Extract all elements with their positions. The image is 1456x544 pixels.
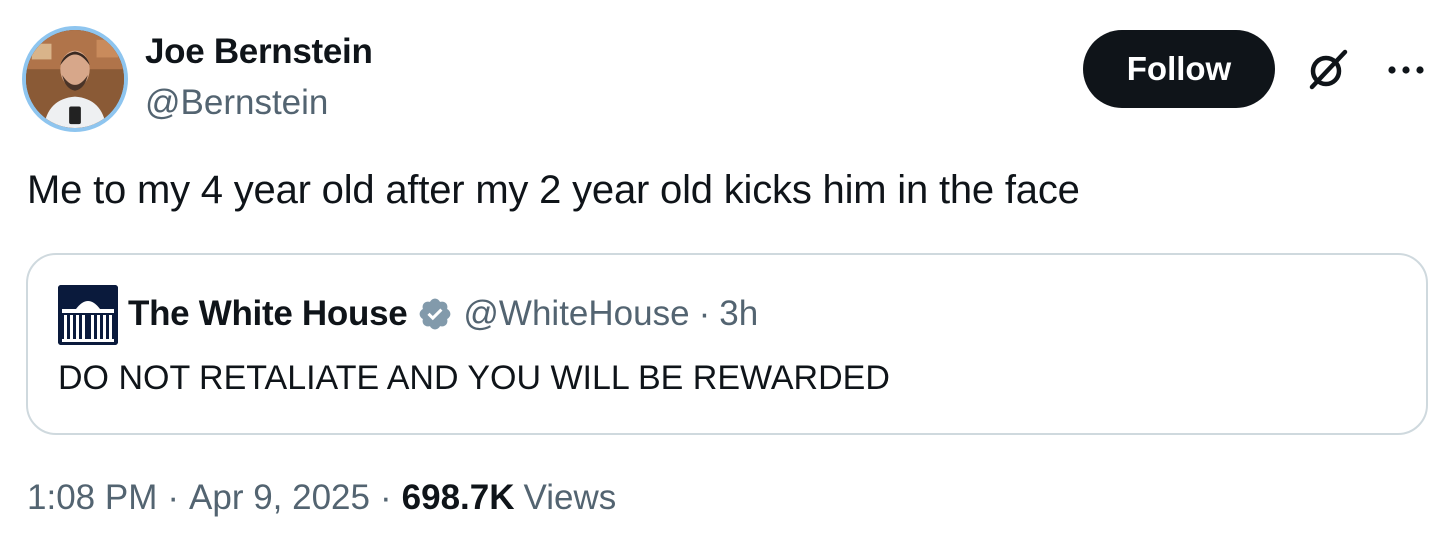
- grok-icon[interactable]: [1303, 46, 1351, 94]
- quoted-author-handle[interactable]: @WhiteHouse: [463, 294, 689, 334]
- avatar-photo: [26, 30, 124, 128]
- white-house-logo: [58, 285, 118, 345]
- views-count[interactable]: 698.7K: [402, 478, 515, 518]
- follow-button[interactable]: Follow: [1083, 30, 1275, 108]
- quoted-author-name[interactable]: The White House: [128, 294, 408, 334]
- quoted-timestamp[interactable]: 3h: [719, 294, 758, 334]
- verified-badge-icon: [420, 298, 451, 330]
- quoted-tweet-header: The White House @WhiteHouse · 3h: [128, 292, 758, 336]
- quoted-separator: ·: [698, 294, 711, 333]
- meta-separator: ·: [167, 478, 180, 517]
- quoted-tweet-text: DO NOT RETALIATE AND YOU WILL BE REWARDE…: [58, 359, 890, 397]
- tweet-metadata: 1:08 PM · Apr 9, 2025 · 698.7K Views: [27, 478, 616, 518]
- meta-separator: ·: [379, 478, 392, 517]
- tweet-time[interactable]: 1:08 PM: [27, 478, 157, 518]
- tweet-text: Me to my 4 year old after my 2 year old …: [27, 168, 1080, 212]
- views-label: Views: [523, 478, 617, 517]
- author-handle[interactable]: @Bernstein: [145, 83, 328, 123]
- author-name[interactable]: Joe Bernstein: [145, 32, 373, 72]
- white-house-avatar[interactable]: [58, 285, 118, 345]
- quoted-tweet-card[interactable]: [26, 253, 1428, 435]
- author-avatar[interactable]: [22, 26, 128, 132]
- more-icon[interactable]: [1386, 60, 1426, 80]
- tweet-date[interactable]: Apr 9, 2025: [189, 478, 370, 518]
